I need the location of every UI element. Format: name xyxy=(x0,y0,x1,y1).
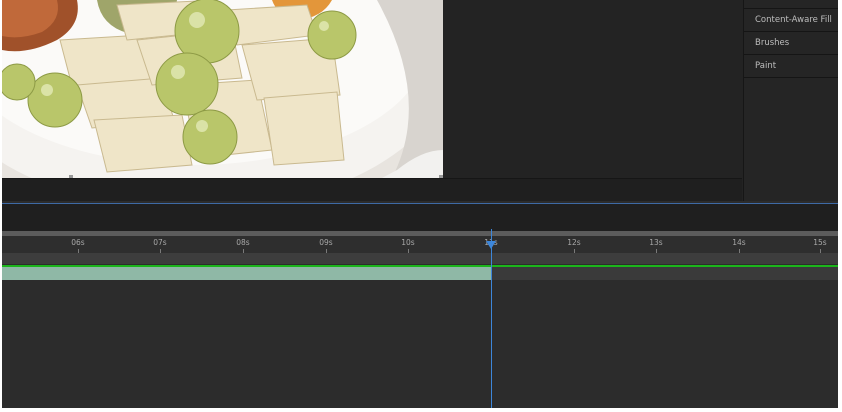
fruit-plate-image xyxy=(2,0,443,178)
tick-label-06s: 06s xyxy=(71,238,85,247)
tick-label-12s: 12s xyxy=(567,238,581,247)
right-panel: Content-Aware Fill Brushes Paint xyxy=(743,0,838,201)
layer-bar-remaining xyxy=(492,267,838,280)
panel-divider xyxy=(744,0,838,9)
viewer-footer-bar xyxy=(2,178,742,202)
panel-item-brushes[interactable]: Brushes xyxy=(744,32,838,55)
tick-label-14s: 14s xyxy=(732,238,746,247)
tick-label-07s: 07s xyxy=(153,238,167,247)
playhead-icon[interactable] xyxy=(486,241,496,249)
current-time-indicator-line[interactable] xyxy=(491,229,492,408)
tick-label-15s: 15s xyxy=(813,238,827,247)
panel-item-paint[interactable]: Paint xyxy=(744,55,838,78)
tick-label-09s: 09s xyxy=(319,238,333,247)
time-ruler[interactable]: 06s 07s 08s 09s 10s 11s 12s 13s 14s 15s xyxy=(2,236,838,253)
layer-duration-bar[interactable] xyxy=(2,267,492,280)
after-effects-window: Content-Aware Fill Brushes Paint 06s 07s… xyxy=(2,0,838,408)
panel-item-content-aware-fill[interactable]: Content-Aware Fill xyxy=(744,9,838,32)
viewer-empty-area xyxy=(443,0,742,181)
work-area-bar[interactable] xyxy=(2,253,838,264)
tick-label-10s: 10s xyxy=(401,238,415,247)
timeline-panel: 06s 07s 08s 09s 10s 11s 12s 13s 14s 15s xyxy=(2,201,838,408)
tick-label-13s: 13s xyxy=(649,238,663,247)
composition-viewer[interactable] xyxy=(2,0,443,178)
timeline-header xyxy=(2,204,838,231)
tick-label-08s: 08s xyxy=(236,238,250,247)
